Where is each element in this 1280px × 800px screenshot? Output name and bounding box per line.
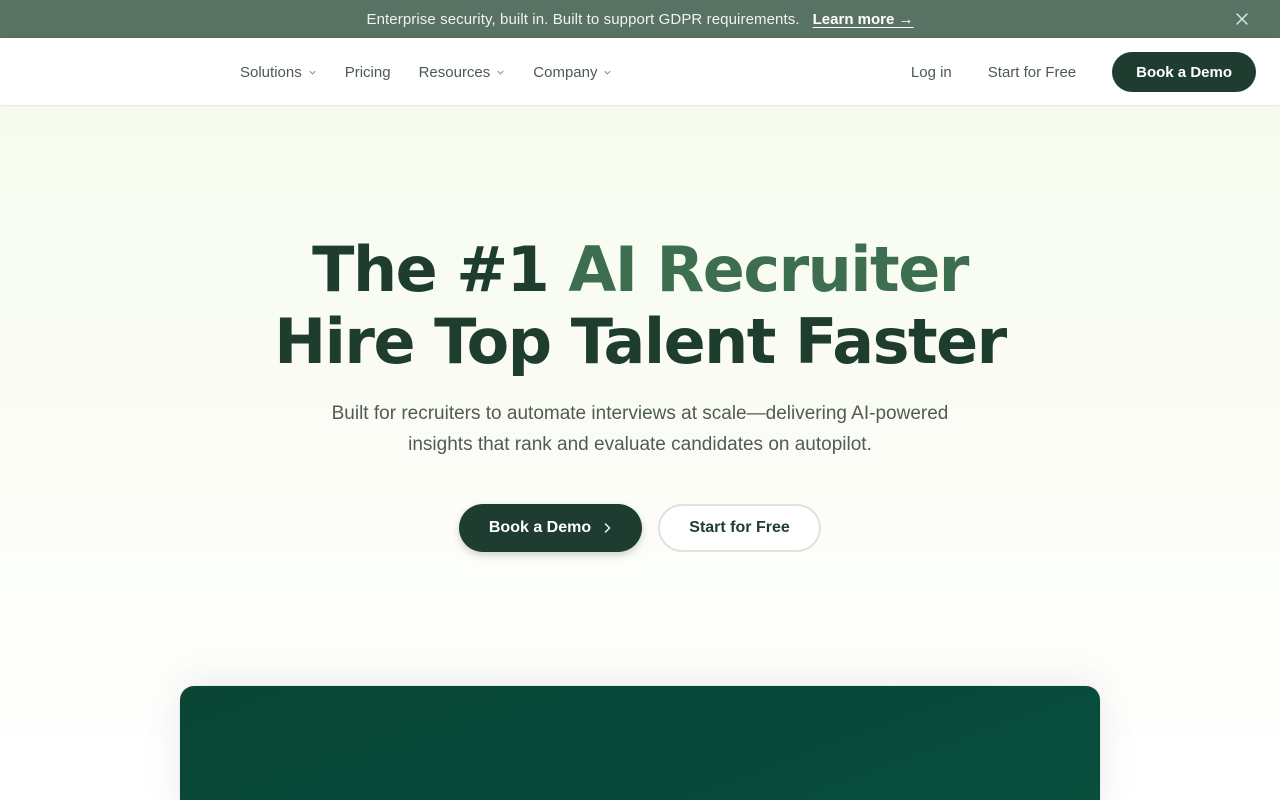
- hero-start-free-button[interactable]: Start for Free: [658, 504, 821, 552]
- hero-headline: The #1 AI Recruiter Hire Top Talent Fast…: [0, 234, 1280, 378]
- nav-item-pricing[interactable]: Pricing: [345, 64, 391, 81]
- product-preview-card: [180, 686, 1100, 800]
- nav-menu: Solutions Pricing Resources Company: [240, 38, 640, 106]
- nav-item-label: Company: [533, 63, 598, 81]
- nav-item-resources[interactable]: Resources: [419, 64, 506, 81]
- close-icon[interactable]: [1235, 12, 1249, 26]
- headline-accent: AI Recruiter: [568, 233, 969, 306]
- hero-subtext: Built for recruiters to automate intervi…: [0, 398, 1280, 460]
- hero-book-demo-label: Book a Demo: [488, 519, 592, 536]
- nav-book-demo-button[interactable]: Book a Demo: [1112, 52, 1256, 92]
- nav-actions: Log in Start for Free Book a Demo: [911, 38, 1256, 106]
- chevron-down-icon: [604, 70, 612, 75]
- nav-item-company[interactable]: Company: [533, 64, 612, 81]
- nav-item-label: Solutions: [240, 63, 302, 81]
- hero-book-demo-button[interactable]: Book a Demo: [459, 504, 642, 552]
- subtext-line2: insights that rank and evaluate candidat…: [408, 434, 872, 455]
- nav-item-solutions[interactable]: Solutions: [240, 64, 317, 81]
- chevron-down-icon: [497, 70, 504, 75]
- headline-line2: Hire Top Talent Faster: [274, 305, 1007, 378]
- subtext-line1: Built for recruiters to automate intervi…: [331, 403, 949, 424]
- top-nav: Solutions Pricing Resources Company Log …: [0, 38, 1280, 106]
- nav-item-label: Pricing: [344, 63, 391, 81]
- announcement-message: Enterprise security, built in. Built to …: [366, 10, 800, 28]
- announcement-bar: Enterprise security, built in. Built to …: [0, 0, 1280, 38]
- headline-part1: The #1: [312, 233, 569, 306]
- hero-cta-row: Book a Demo Start for Free: [0, 504, 1280, 552]
- chevron-right-icon: [604, 523, 611, 533]
- login-link[interactable]: Log in: [911, 64, 952, 81]
- hero-start-free-label: Start for Free: [689, 519, 790, 536]
- nav-start-free-link[interactable]: Start for Free: [988, 64, 1076, 81]
- learn-more-link[interactable]: Learn more →: [813, 11, 914, 28]
- chevron-down-icon: [309, 70, 316, 75]
- nav-item-label: Resources: [418, 63, 491, 81]
